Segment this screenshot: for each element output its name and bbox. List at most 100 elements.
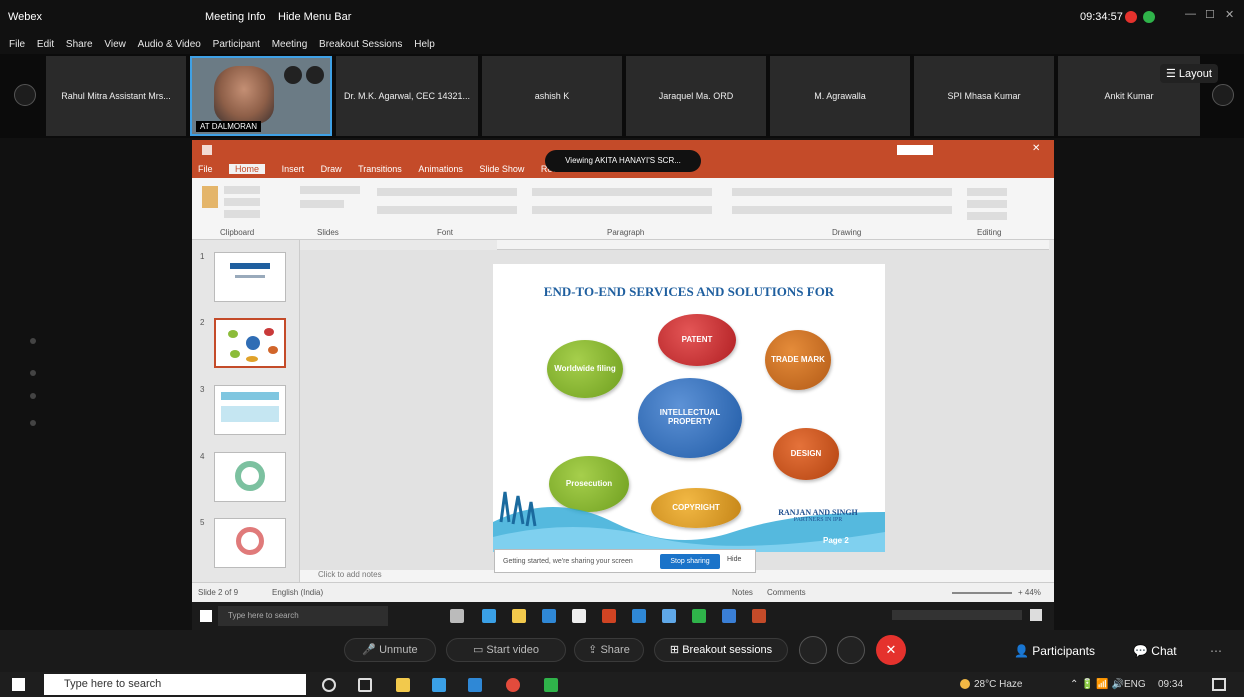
replace-control[interactable] [967,200,1007,208]
task-view-icon[interactable] [358,678,372,692]
thumb-number: 3 [200,385,205,394]
ppt-tab-draw[interactable]: Draw [321,164,342,174]
start-button-icon[interactable] [12,678,25,691]
ribbon-control[interactable] [300,200,344,208]
strip-next-button[interactable] [1212,84,1234,106]
menu-edit[interactable]: Edit [37,39,54,50]
current-slide[interactable]: END-TO-END SERVICES AND SOLUTIONS FOR IN… [493,264,885,552]
webex-icon[interactable] [544,678,558,692]
menu-audio-video[interactable]: Audio & Video [138,39,201,50]
taskbar-clock[interactable]: 09:34 [1158,679,1183,690]
menu-file[interactable]: File [9,39,25,50]
ppt-tab-transitions[interactable]: Transitions [358,164,402,174]
participant-name: Rahul Mitra Assistant Mrs... [61,91,171,101]
hide-notice-button[interactable]: Hide [727,556,741,563]
font-name-box[interactable] [377,188,517,196]
layout-button[interactable]: ☰ Layout [1160,64,1218,83]
share-button[interactable]: ⇪ Share [574,638,644,662]
notification-center-icon[interactable] [1212,678,1226,691]
more-menu-icon[interactable]: ⋯ [1210,644,1222,658]
maximize-icon[interactable]: ☐ [1205,8,1215,21]
participant-video-tile[interactable]: AT DALMORAN [190,56,332,136]
hide-menu-bar-link[interactable]: Hide Menu Bar [278,11,351,23]
meeting-info-link[interactable]: Meeting Info [205,11,266,23]
ppt-tab-insert[interactable]: Insert [282,164,305,174]
find-control[interactable] [967,188,1007,196]
slide-thumbnail[interactable] [214,452,286,502]
participant-tile[interactable]: Dr. M.K. Agarwal, CEC 14321... [336,56,478,136]
share-label: Share [600,644,630,656]
weather-icon [960,679,970,689]
participants-button[interactable]: 👤 Participants [1014,644,1095,658]
ppt-signin-button[interactable] [897,145,933,155]
viewing-share-banner[interactable]: Viewing AKITA HANAYI'S SCR... [545,150,701,172]
ppt-tab-animations[interactable]: Animations [418,164,463,174]
participant-tile[interactable]: SPI Mhasa Kumar [914,56,1054,136]
slide-thumbnail-selected[interactable] [214,318,286,368]
font-format-row[interactable] [377,206,517,214]
ribbon-control[interactable] [224,198,260,206]
more-options-icon[interactable] [837,636,865,664]
ribbon-control[interactable] [224,186,260,194]
paste-icon[interactable] [202,186,218,208]
participant-name: M. Agrawalla [814,91,866,101]
comments-toggle[interactable]: Comments [767,588,806,597]
menu-participant[interactable]: Participant [213,39,260,50]
unmute-button[interactable]: 🎤 Unmute [344,638,436,662]
reactions-icon[interactable] [799,636,827,664]
store-icon[interactable] [432,678,446,692]
ppt-tab-home[interactable]: Home [229,164,266,174]
menu-meeting[interactable]: Meeting [272,39,308,50]
weather-text[interactable]: 28°C Haze [974,679,1022,690]
stop-sharing-button[interactable]: Stop sharing [660,554,720,569]
start-video-button[interactable]: ▭ Start video [446,638,566,662]
breakout-sessions-button[interactable]: ⊞ Breakout sessions [654,638,788,662]
video-menu-icon[interactable] [306,66,324,84]
dot [30,420,36,426]
ribbon-control[interactable] [224,210,260,218]
cortana-icon[interactable] [322,678,336,692]
ppt-save-icon[interactable] [202,145,212,155]
ppt-tab-file[interactable]: File [198,164,213,174]
menu-share[interactable]: Share [66,39,93,50]
participant-name: ashish K [534,91,570,101]
file-explorer-icon[interactable] [396,678,410,692]
taskbar-search-box[interactable]: Type here to search [44,674,306,695]
minimize-icon[interactable]: — [1185,8,1196,20]
select-control[interactable] [967,212,1007,220]
edge-icon[interactable] [468,678,482,692]
ppt-tab-slideshow[interactable]: Slide Show [479,164,524,174]
slide-thumbnail[interactable] [214,252,286,302]
participant-tile[interactable]: Jaraquel Ma. ORD [626,56,766,136]
remote-explorer-icon [512,609,526,623]
menu-help[interactable]: Help [414,39,435,50]
end-call-button[interactable]: ✕ [876,635,906,665]
notes-toggle[interactable]: Notes [732,588,753,597]
chat-button[interactable]: 💬 Chat [1133,644,1177,658]
participant-tile[interactable]: Rahul Mitra Assistant Mrs... [46,56,186,136]
zoom-slider[interactable] [952,592,1012,594]
video-option-icon[interactable] [284,66,302,84]
remote-word-icon [722,609,736,623]
language-indicator: English (India) [272,588,324,597]
participant-strip: Rahul Mitra Assistant Mrs... AT DALMORAN… [0,54,1244,138]
slide-thumbnail[interactable] [214,518,286,568]
ribbon-control[interactable] [300,186,360,194]
ppt-close-icon[interactable]: ✕ [1032,143,1040,154]
paragraph-row[interactable] [532,206,712,214]
close-icon[interactable]: ✕ [1225,8,1234,21]
paragraph-row[interactable] [532,188,712,196]
remote-tray [892,610,1022,620]
strip-prev-button[interactable] [14,84,36,106]
slide-thumbnail[interactable] [214,385,286,435]
participant-tile[interactable]: ashish K [482,56,622,136]
orb-patent: PATENT [658,314,736,366]
tray-icons[interactable]: ⌃ 🔋 📶 🔊 [1070,679,1124,690]
drawing-shapes[interactable] [732,188,952,196]
language-indicator[interactable]: ENG [1124,679,1146,690]
participant-tile[interactable]: M. Agrawalla [770,56,910,136]
chrome-icon[interactable] [506,678,520,692]
drawing-styles[interactable] [732,206,952,214]
menu-view[interactable]: View [104,39,126,50]
menu-breakout[interactable]: Breakout Sessions [319,39,402,50]
